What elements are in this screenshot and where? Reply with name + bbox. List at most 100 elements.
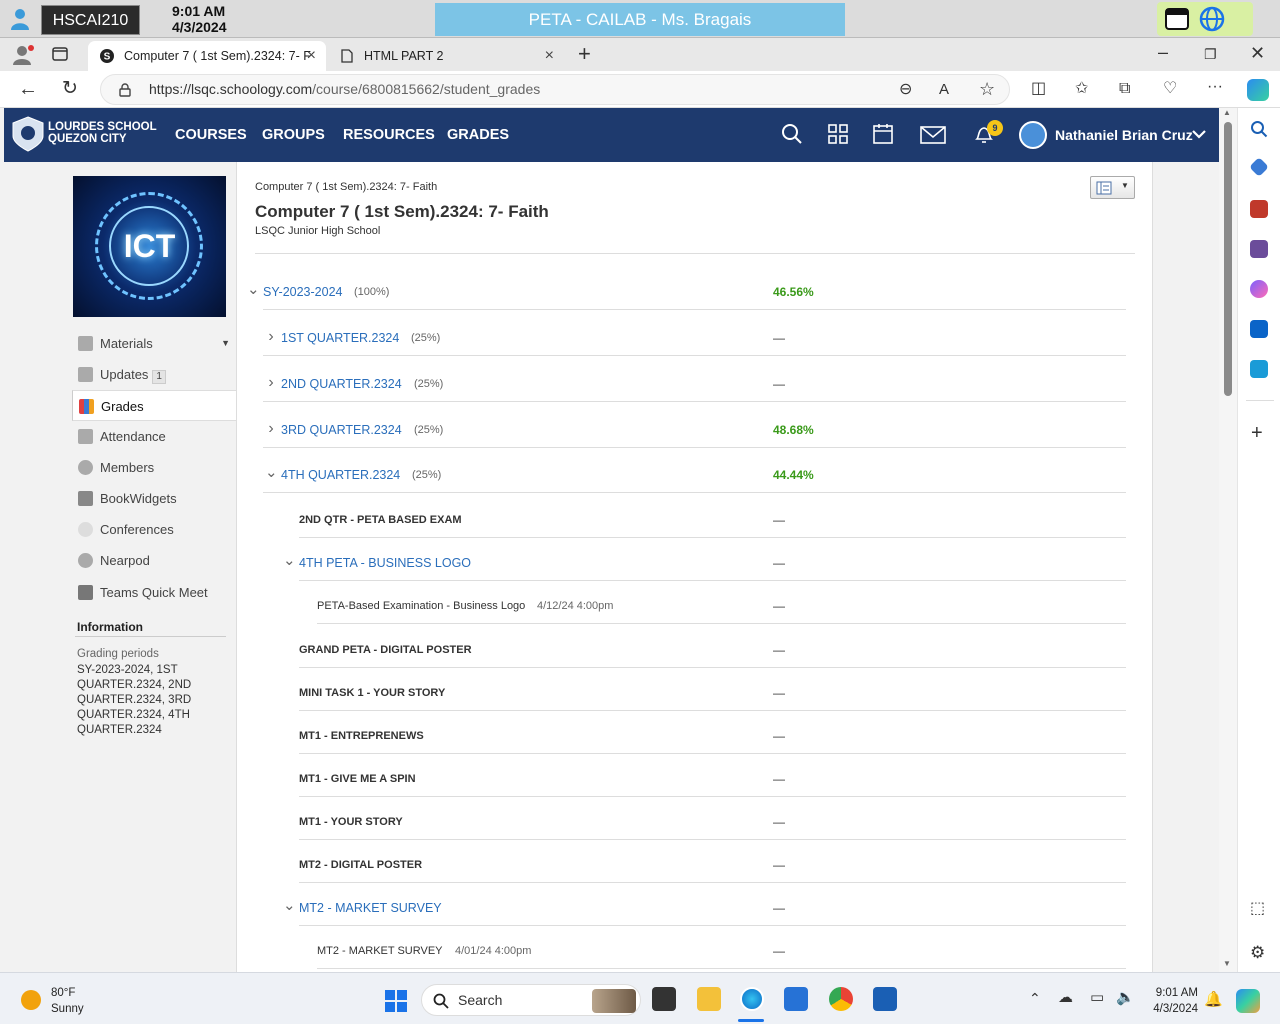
search-icon[interactable] — [781, 123, 803, 145]
close-icon[interactable]: × — [307, 41, 316, 71]
chevron-down-icon[interactable] — [1192, 129, 1206, 139]
refresh-icon[interactable]: ↻ — [62, 79, 78, 98]
grade-row[interactable]: ⌄ MT2 - MARKET SURVEY — — [283, 882, 1126, 926]
mail-icon[interactable] — [920, 125, 946, 145]
games-icon[interactable] — [1250, 240, 1268, 258]
performance-icon[interactable]: ♡ — [1163, 80, 1177, 98]
chevron-right-icon[interactable]: › — [265, 328, 277, 346]
chevron-down-icon[interactable]: ⌄ — [283, 896, 296, 914]
copilot-pre-icon[interactable] — [1236, 989, 1260, 1013]
read-aloud-icon[interactable]: A — [939, 81, 949, 99]
scroll-up-icon[interactable]: ▲ — [1223, 108, 1231, 117]
store-icon[interactable] — [784, 987, 808, 1011]
profile-icon[interactable] — [12, 44, 36, 66]
sidebar-item-bookwidgets[interactable]: BookWidgets — [72, 483, 236, 514]
url-field[interactable]: https://lsqc.schoology.com/course/680081… — [100, 74, 1010, 105]
chevron-up-icon[interactable]: ⌃ — [1029, 989, 1041, 1007]
edge-icon[interactable] — [740, 987, 764, 1011]
sidebar-item-nearpod[interactable]: Nearpod — [72, 545, 236, 576]
sun-icon[interactable] — [21, 990, 41, 1010]
grade-row[interactable]: › 3RD QUARTER.2324 (25%) 48.68% — [263, 404, 1126, 450]
close-icon[interactable]: × — [545, 41, 554, 71]
window-icon[interactable] — [1165, 7, 1189, 31]
scrollbar-thumb[interactable] — [1224, 122, 1232, 396]
sidebar-item-updates[interactable]: Updates 1 — [72, 359, 236, 390]
grade-row[interactable]: ⌄ 4TH QUARTER.2324 (25%) 44.44% — [263, 449, 1126, 495]
taskbar-search[interactable]: Search — [421, 984, 641, 1016]
cloud-offline-icon[interactable]: ☁ — [1058, 989, 1073, 1007]
breadcrumb[interactable]: Computer 7 ( 1st Sem).2324: 7- Faith — [255, 181, 437, 193]
file-explorer-icon[interactable] — [697, 987, 721, 1011]
view-options-button[interactable]: ▼ — [1090, 176, 1135, 199]
chevron-right-icon[interactable]: › — [265, 374, 277, 392]
grade-item-name[interactable]: SY-2023-2024 — [263, 285, 342, 299]
weather-widget[interactable]: 80°F Sunny — [51, 985, 84, 1017]
grade-row[interactable]: ⌄ SY-2023-2024 (100%) 46.56% — [247, 266, 1126, 312]
grade-row[interactable]: › 2ND QUARTER.2324 (25%) — — [263, 358, 1126, 404]
sidebar-item-conferences[interactable]: Conferences — [72, 514, 236, 545]
notification-bell-icon[interactable]: 🔔 — [1204, 991, 1223, 1009]
apps-grid-icon[interactable] — [827, 123, 849, 145]
notepad-icon[interactable] — [873, 987, 897, 1011]
caret-down-icon[interactable]: ▼ — [221, 328, 230, 359]
tools-icon[interactable] — [1250, 200, 1268, 218]
chevron-down-icon[interactable]: ⌄ — [265, 463, 278, 481]
tab-actions-icon[interactable] — [52, 47, 68, 61]
split-screen-icon[interactable]: ◫ — [1031, 80, 1046, 98]
tab-course[interactable]: S Computer 7 ( 1st Sem).2324: 7- F × — [88, 41, 326, 71]
chrome-icon[interactable] — [829, 987, 853, 1011]
back-icon[interactable]: ← — [18, 79, 38, 99]
shopping-tag-icon[interactable] — [1249, 157, 1269, 177]
sidebar-item-teams[interactable]: Teams Quick Meet — [72, 577, 236, 608]
collections-icon[interactable]: ⧉ — [1119, 80, 1130, 98]
gear-icon[interactable]: ⚙ — [1250, 944, 1265, 962]
sidebar-item-attendance[interactable]: Attendance — [72, 421, 236, 452]
grade-row[interactable]: › 1ST QUARTER.2324 (25%) — — [263, 312, 1126, 358]
restore-icon[interactable]: ❐ — [1204, 45, 1217, 63]
grade-item-name[interactable]: MT2 - MARKET SURVEY — [299, 901, 442, 915]
screenshot-icon[interactable]: ⬚ — [1250, 900, 1265, 918]
zoom-icon[interactable]: ⊖ — [899, 81, 912, 99]
nav-courses[interactable]: COURSES — [175, 108, 247, 162]
grade-item-name[interactable]: 2ND QUARTER.2324 — [281, 377, 402, 391]
outlook-icon[interactable] — [1250, 320, 1268, 338]
search-icon[interactable] — [1250, 120, 1268, 138]
grade-item-name[interactable]: 3RD QUARTER.2324 — [281, 423, 402, 437]
task-view-icon[interactable] — [652, 987, 676, 1011]
scroll-down-icon[interactable]: ▼ — [1223, 959, 1231, 968]
network-icon[interactable]: ▭ — [1090, 989, 1104, 1007]
windows-start-icon[interactable] — [384, 989, 408, 1013]
minimize-icon[interactable]: – — [1158, 43, 1168, 61]
nav-resources[interactable]: RESOURCES — [343, 108, 435, 162]
microsoft-365-icon[interactable] — [1250, 280, 1268, 298]
sidebar-item-grades[interactable]: Grades — [72, 390, 236, 421]
nav-grades[interactable]: GRADES — [447, 108, 509, 162]
favorites-icon[interactable]: ✩ — [1075, 80, 1088, 98]
tab-html-part-2[interactable]: HTML PART 2 × — [328, 41, 564, 71]
grade-row[interactable]: ⌄ 4TH PETA - BUSINESS LOGO — — [283, 537, 1126, 581]
copilot-icon[interactable] — [1247, 79, 1269, 101]
chevron-down-icon[interactable]: ⌄ — [283, 551, 296, 569]
more-icon[interactable]: ··· — [1207, 78, 1223, 96]
sidebar-item-members[interactable]: Members — [72, 452, 236, 483]
new-tab-icon[interactable]: + — [578, 43, 591, 65]
close-window-icon[interactable]: ✕ — [1250, 44, 1265, 62]
chevron-down-icon[interactable]: ⌄ — [247, 280, 260, 298]
globe-icon[interactable] — [1199, 6, 1225, 32]
calendar-icon[interactable] — [872, 123, 894, 145]
user-name[interactable]: Nathaniel Brian Cruz — [1055, 108, 1193, 162]
sidebar-item-materials[interactable]: Materials ▼ — [72, 328, 236, 359]
send-icon[interactable] — [1250, 360, 1268, 378]
add-icon[interactable]: + — [1251, 423, 1263, 443]
nav-groups[interactable]: GROUPS — [262, 108, 325, 162]
avatar[interactable] — [1019, 121, 1047, 149]
scrollbar[interactable]: ▲ ▼ — [1219, 108, 1237, 972]
grade-item-name[interactable]: 4TH QUARTER.2324 — [281, 468, 400, 482]
volume-icon[interactable]: 🔈 — [1116, 989, 1135, 1007]
favorite-icon[interactable]: ☆ — [979, 80, 995, 98]
school-name[interactable]: LOURDES SCHOOL QUEZON CITY — [48, 121, 157, 145]
school-logo[interactable] — [12, 116, 44, 152]
grade-item-name[interactable]: 4TH PETA - BUSINESS LOGO — [299, 556, 471, 570]
chevron-right-icon[interactable]: › — [265, 420, 277, 438]
grade-item-name[interactable]: 1ST QUARTER.2324 — [281, 331, 399, 345]
